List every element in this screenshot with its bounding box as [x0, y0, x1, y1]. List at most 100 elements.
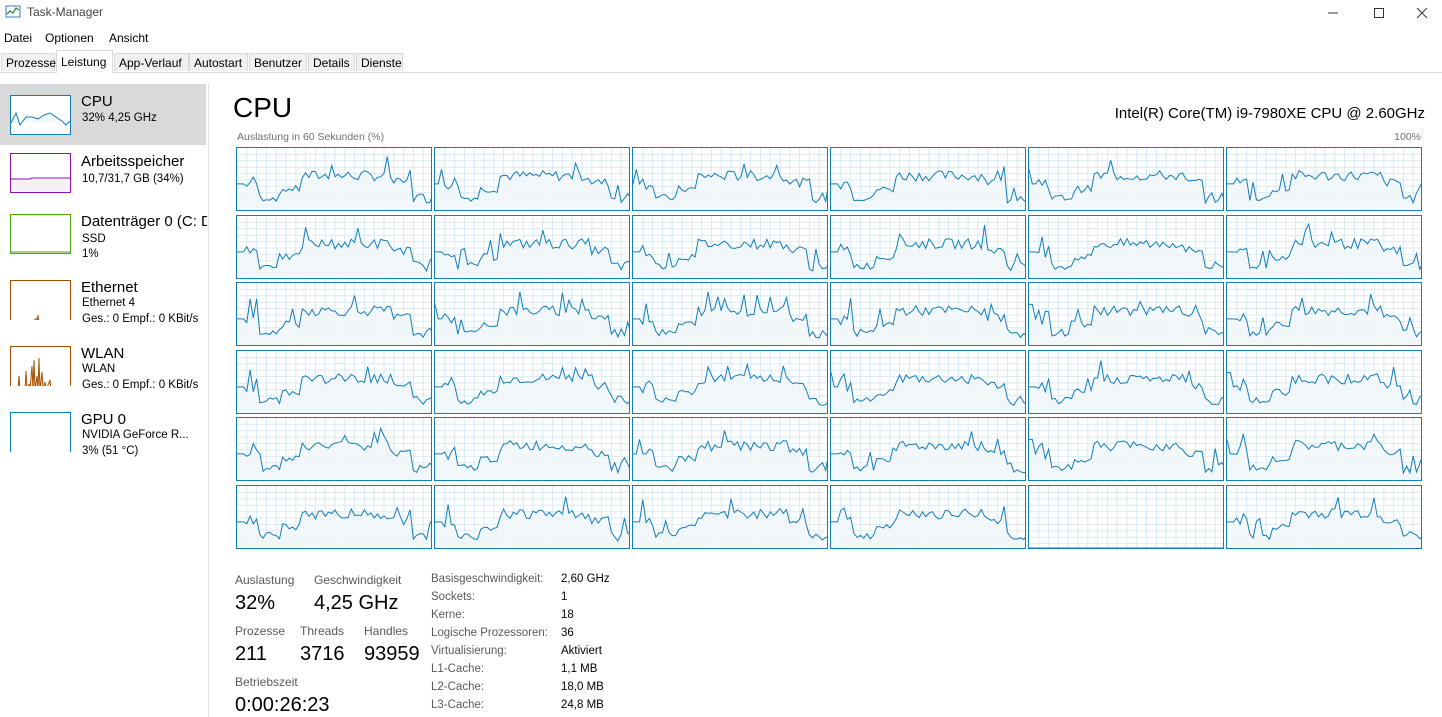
logical-processor-graph: [236, 282, 432, 346]
logical-processor-graph: [434, 214, 630, 279]
sidebar-sub: Ges.: 0 Empf.: 0 KBit/s: [82, 313, 199, 325]
graph-max-label: 100%: [1394, 131, 1421, 143]
logical-processor-graph: [236, 417, 432, 481]
logical-processor-graph: [1226, 214, 1422, 279]
tab-autostart[interactable]: Autostart: [189, 53, 248, 71]
menu-ansicht[interactable]: Ansicht: [109, 31, 148, 45]
sidebar-item-wlan[interactable]: WLAN WLAN Ges.: 0 Empf.: 0 KBit/s: [0, 342, 206, 403]
spec-value: 2,60 GHz: [561, 573, 610, 585]
logical-processor-graph: [632, 349, 828, 414]
minimize-button[interactable]: [1310, 0, 1356, 26]
logical-processor-graph: [830, 349, 1026, 414]
spec-label: Basisgeschwindigkeit:: [431, 573, 544, 585]
logical-processor-graph: [1226, 484, 1422, 549]
logical-processor-graph: [1226, 349, 1422, 414]
uptime-value: 0:00:26:23: [235, 694, 330, 716]
sidebar-label: CPU: [81, 93, 113, 110]
close-button[interactable]: [1402, 0, 1442, 26]
tab-details[interactable]: Details: [308, 53, 355, 71]
uptime-label: Betriebszeit: [235, 675, 298, 689]
tab-dienste[interactable]: Dienste: [356, 53, 403, 71]
sidebar-item-memory[interactable]: Arbeitsspeicher 10,7/31,7 GB (34%): [0, 145, 206, 206]
memory-thumbnail-graph: [10, 153, 71, 193]
sidebar-item-ethernet[interactable]: Ethernet Ethernet 4 Ges.: 0 Empf.: 0 KBi…: [0, 276, 206, 337]
menu-optionen[interactable]: Optionen: [45, 31, 94, 45]
spec-label: Logische Prozessoren:: [431, 627, 548, 639]
sidebar-sub: Ges.: 0 Empf.: 0 KBit/s: [82, 379, 199, 391]
sidebar-label: GPU 0: [81, 411, 127, 428]
spec-value: 24,8 MB: [561, 699, 604, 711]
logical-processor-graph: [434, 282, 630, 346]
spec-value: 18,0 MB: [561, 681, 604, 693]
logical-processor-graph: [632, 484, 828, 549]
pane-divider[interactable]: [208, 84, 209, 717]
maximize-button[interactable]: [1356, 0, 1402, 26]
title-bar: Task-Manager: [0, 0, 1442, 26]
menu-datei[interactable]: Datei: [4, 31, 32, 45]
cpu-model-name: Intel(R) Core(TM) i9-7980XE CPU @ 2.60GH…: [1114, 105, 1425, 122]
processes-label: Prozesse: [235, 624, 286, 638]
spec-label: Virtualisierung:: [431, 645, 507, 657]
maximize-icon: [1374, 8, 1384, 18]
logical-processor-graph: [830, 147, 1026, 211]
sidebar-label: WLAN: [81, 345, 125, 362]
graph-caption: Auslastung in 60 Sekunden (%): [237, 131, 385, 143]
handles-label: Handles: [364, 624, 409, 638]
logical-processor-graph: [434, 417, 630, 481]
logical-processor-graph: [1028, 147, 1224, 211]
page-title: CPU: [233, 92, 293, 123]
threads-label: Threads: [300, 624, 345, 638]
logical-processor-graph: [830, 282, 1026, 346]
sidebar-sub: WLAN: [82, 363, 116, 375]
logical-processor-graph: [632, 147, 828, 211]
utilization-value: 32%: [235, 592, 276, 614]
spec-label: L2-Cache:: [431, 681, 485, 693]
sidebar-sub: 3% (51 °C): [82, 445, 139, 457]
speed-value: 4,25 GHz: [314, 592, 399, 614]
spec-value: 18: [561, 609, 574, 621]
spec-value: Aktiviert: [561, 645, 602, 657]
sidebar-item-cpu[interactable]: CPU 32% 4,25 GHz: [0, 84, 206, 145]
logical-processor-graph-grid: [236, 147, 1424, 549]
logical-processor-graph: [632, 282, 828, 346]
disk-thumbnail-graph: [10, 214, 71, 254]
spec-value: 36: [561, 627, 574, 639]
sidebar-item-gpu[interactable]: GPU 0 NVIDIA GeForce R... 3% (51 °C): [0, 408, 206, 469]
tab-prozesse[interactable]: Prozesse: [1, 53, 56, 71]
logical-processor-graph: [830, 214, 1026, 279]
logical-processor-graph: [236, 214, 432, 279]
sidebar-sub: 10,7/31,7 GB (34%): [82, 173, 184, 185]
cpu-thumbnail-graph: [10, 95, 71, 135]
tab-benutzer[interactable]: Benutzer: [249, 53, 307, 71]
logical-processor-graph: [434, 349, 630, 414]
cpu-detail-panel: CPU Intel(R) Core(TM) i9-7980XE CPU @ 2.…: [233, 84, 1433, 717]
resource-sidebar: CPU 32% 4,25 GHz Arbeitsspeicher 10,7/31…: [0, 84, 207, 717]
close-icon: [1416, 7, 1428, 19]
logical-processor-graph: [1226, 417, 1422, 481]
sidebar-sub: 32% 4,25 GHz: [82, 112, 157, 124]
logical-processor-graph: [632, 214, 828, 279]
sidebar-sub: NVIDIA GeForce R...: [82, 429, 189, 441]
logical-processor-graph: [632, 417, 828, 481]
spec-value: 1,1 MB: [561, 663, 598, 675]
logical-processor-graph: [830, 417, 1026, 481]
ethernet-thumbnail-graph: [10, 280, 71, 320]
utilization-label: Auslastung: [235, 573, 295, 587]
logical-processor-graph: [236, 349, 432, 414]
logical-processor-graph: [1028, 282, 1224, 346]
sidebar-item-disk[interactable]: Datenträger 0 (C: D:) SSD 1%: [0, 206, 207, 267]
spec-label: L1-Cache:: [431, 663, 485, 675]
tab-bar: Prozesse Leistung App-Verlauf Autostart …: [0, 50, 1442, 73]
logical-processor-graph: [1226, 282, 1422, 346]
processes-value: 211: [235, 643, 267, 665]
threads-value: 3716: [300, 643, 345, 665]
sidebar-sub: 1%: [82, 248, 99, 260]
minimize-icon: [1328, 12, 1338, 14]
logical-processor-graph: [434, 484, 630, 549]
spec-value: 1: [561, 591, 568, 603]
logical-processor-graph: [1028, 484, 1224, 549]
tab-app-verlauf[interactable]: App-Verlauf: [114, 53, 189, 71]
gpu-thumbnail-graph: [10, 412, 71, 452]
tab-leistung[interactable]: Leistung: [56, 50, 113, 73]
handles-value: 93959: [364, 643, 420, 665]
